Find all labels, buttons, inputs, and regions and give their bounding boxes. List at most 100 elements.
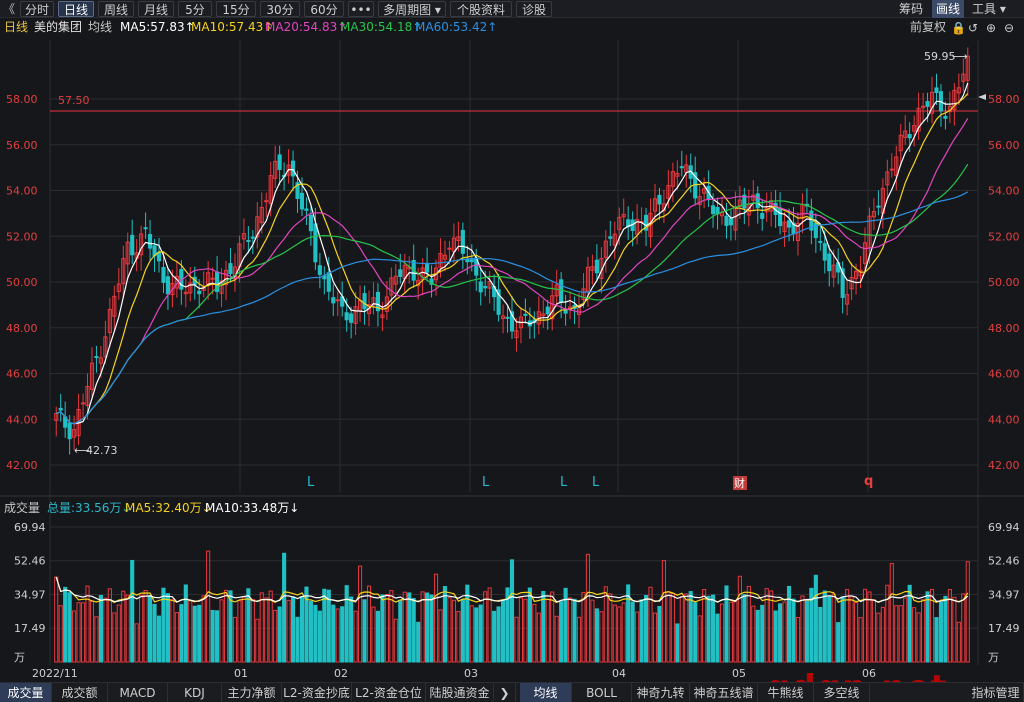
volume-bar xyxy=(952,596,957,663)
volume-bar xyxy=(456,611,461,663)
candle-body xyxy=(760,213,765,219)
volume-bar xyxy=(478,604,483,663)
tab-bull-bear[interactable]: 牛熊线 xyxy=(758,683,814,702)
volume-bar xyxy=(804,599,809,663)
volume-bar xyxy=(509,559,515,663)
volume-bar xyxy=(67,592,72,663)
price-tick-left: 56.00 xyxy=(6,139,38,152)
tab-indicator-manage[interactable]: 指标管理 xyxy=(968,683,1024,702)
volume-bar xyxy=(152,603,157,663)
volume-bar xyxy=(130,559,135,663)
volume-bar xyxy=(469,605,474,663)
tab-volume[interactable]: 成交量 xyxy=(0,683,52,702)
tab-ma[interactable]: 均线 xyxy=(520,683,572,702)
volume-bar xyxy=(425,592,430,663)
tab-magic-nine[interactable]: 神奇九转 xyxy=(632,683,690,702)
volume-bar xyxy=(447,597,452,663)
volume-bar xyxy=(514,616,519,663)
candle-body xyxy=(786,220,792,228)
volume-bar xyxy=(782,601,787,663)
candle-body xyxy=(349,313,354,323)
volume-bar xyxy=(894,605,899,663)
volume-tick-left: 52.46 xyxy=(14,555,46,568)
tab-boll[interactable]: BOLL xyxy=(572,683,632,702)
event-marker-l[interactable]: L xyxy=(307,475,315,490)
candle-body xyxy=(143,227,148,230)
candle-body xyxy=(679,166,684,169)
volume-bar xyxy=(500,600,506,663)
candle-body xyxy=(313,223,318,263)
candle-body xyxy=(728,218,734,226)
volume-bar xyxy=(840,596,845,663)
candle-body xyxy=(505,316,510,319)
tab-turnover[interactable]: 成交额 xyxy=(52,683,108,702)
candle-body xyxy=(197,290,202,295)
volume-bar xyxy=(98,594,103,663)
volume-bar xyxy=(554,615,559,663)
volume-bar xyxy=(880,606,885,663)
event-marker-l[interactable]: L xyxy=(592,475,600,490)
volume-bar xyxy=(581,592,586,663)
volume-bar xyxy=(675,623,680,663)
volume-bar xyxy=(697,615,702,663)
volume-bar xyxy=(112,612,117,663)
candle-body xyxy=(264,200,269,203)
tab-long-short[interactable]: 多空线 xyxy=(814,683,870,702)
candle-body xyxy=(608,236,613,239)
event-marker-q[interactable]: q xyxy=(864,474,873,489)
tab-main-net[interactable]: 主力净额 xyxy=(222,683,282,702)
date-tick: 2022/11 xyxy=(32,667,78,680)
volume-tick-left: 万 xyxy=(14,651,25,664)
volume-bar xyxy=(483,591,488,663)
date-axis: 2022/11 01 02 03 04 05 06 xyxy=(32,667,876,680)
volume-bar xyxy=(898,605,903,663)
financial-report-label[interactable]: 财 xyxy=(734,476,745,490)
price-tick-right: 58.00 xyxy=(988,93,1020,106)
volume-title[interactable]: 成交量 xyxy=(4,500,40,515)
volume-bar xyxy=(724,585,729,663)
volume-bar xyxy=(670,592,675,663)
kline-chart[interactable]: 58.00 58.00 56.00 56.00 54.00 54.00 52.00 52.00… xyxy=(0,0,1024,682)
tab-l2-position[interactable]: L2-资金仓位 xyxy=(352,683,426,702)
volume-total: 总量:33.56万↓ xyxy=(47,501,131,515)
volume-bar xyxy=(63,586,68,663)
volume-bar xyxy=(518,597,524,663)
volume-bar xyxy=(134,623,139,663)
volume-bar xyxy=(103,597,108,663)
tab-kdj[interactable]: KDJ xyxy=(168,683,222,702)
candle-body xyxy=(818,240,823,243)
volume-bar xyxy=(179,604,184,663)
low-price-label: 42.73 xyxy=(86,444,118,457)
event-marker-l[interactable]: L xyxy=(560,475,568,490)
ma5-line xyxy=(55,82,969,425)
price-tick-right: 48.00 xyxy=(988,322,1020,335)
candle-body xyxy=(943,115,948,119)
event-marker-l[interactable]: L xyxy=(482,475,490,490)
volume-bar xyxy=(89,601,95,663)
volume-bar xyxy=(389,590,394,663)
volume-bar xyxy=(416,621,421,663)
date-tick: 02 xyxy=(334,667,348,680)
volume-bar xyxy=(576,616,582,663)
tab-l2-bottom[interactable]: L2-资金抄底 xyxy=(282,683,352,702)
candle-body xyxy=(165,276,171,295)
scroll-right-icon[interactable]: ❯ xyxy=(494,683,516,702)
volume-bar xyxy=(679,596,684,663)
candle-body xyxy=(250,236,255,239)
volume-bar xyxy=(822,590,827,663)
price-tick-left: 52.00 xyxy=(6,230,38,243)
tab-macd[interactable]: MACD xyxy=(108,683,168,702)
volume-bar xyxy=(286,599,291,663)
date-tick: 05 xyxy=(732,667,746,680)
tab-hk-connect[interactable]: 陆股通资金 xyxy=(426,683,494,702)
volume-bar xyxy=(210,609,215,663)
tab-five-lines[interactable]: 神奇五线谱 xyxy=(690,683,758,702)
current-price-pointer xyxy=(978,94,986,100)
volume-bar xyxy=(635,611,640,663)
volume-bar xyxy=(572,598,577,663)
volume-bar xyxy=(943,595,948,663)
ma30-line xyxy=(55,163,969,425)
candle-body xyxy=(907,134,912,139)
volume-bar xyxy=(268,590,273,663)
volume-bar xyxy=(786,585,792,663)
